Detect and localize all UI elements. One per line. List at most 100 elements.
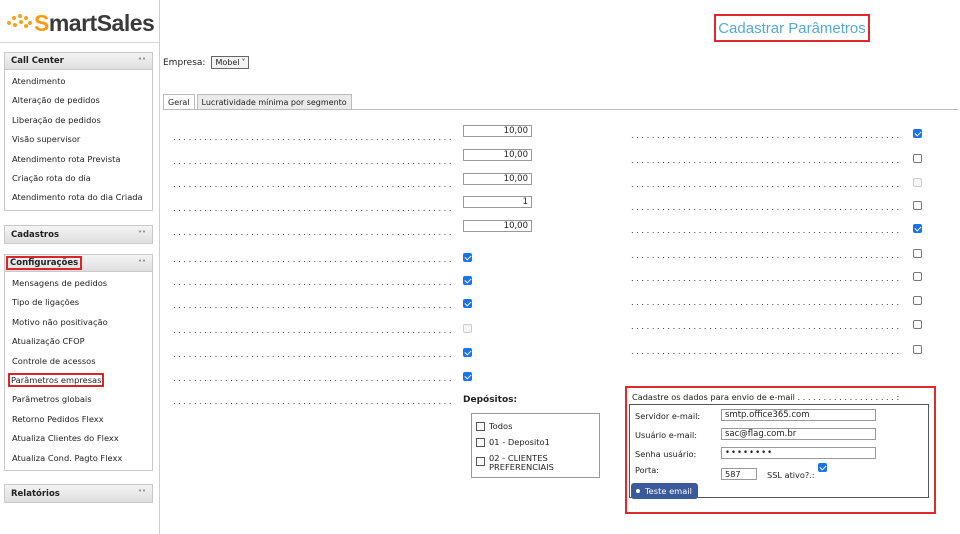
expand-down-icon[interactable]: ˅˅ [138,489,146,498]
configuracoes-header[interactable]: Configurações ˄˄ [5,255,152,272]
dot-leader: . . . . . . . . . . . . . . . . . . . . … [631,225,901,235]
dot-leader: . . . . . . . . . . . . . . . . . . . . … [631,130,901,140]
cadastros-header[interactable]: Cadastros ˅˅ [5,226,152,243]
sidebar-item-parametros-empresas[interactable]: Parâmetros empresas [5,371,152,390]
sidebar-item-label: Retorno Pedidos Flexx [12,413,104,424]
sidebar-item-criacao-rota-do-dia[interactable]: Criação rota do dia [5,169,152,188]
sidebar-item-alteracao-de-pedidos[interactable]: Alteração de pedidos [5,91,152,110]
field-label-row: Aplica desconto automático no pedido sug… [631,179,901,189]
call-center-header[interactable]: Call Center ˄˄ [5,53,152,70]
dot-leader: . . . . . . . . . . . . . . . . . . . . … [173,325,453,335]
collapse-up-icon[interactable]: ˄˄ [138,259,146,268]
tabs: Geral Lucratividade mínima por segmento [163,94,354,110]
dot-leader: . . . . . . . . . . . . . . . . . . . . … [173,277,453,287]
sidebar-item-visao-supervisor[interactable]: Visão supervisor [5,130,152,149]
dot-leader: . . . . . . . . . . . . . . . . . . . . … [631,321,901,331]
deposito-item[interactable]: Todos [476,422,512,431]
expand-down-icon[interactable]: ˅˅ [138,230,146,239]
configuracoes-items: Mensagens de pedidos Tipo de ligações Moti… [5,272,152,470]
sidebar-item-tipo-de-ligacoes[interactable]: Tipo de ligações [5,293,152,312]
checkbox[interactable] [913,272,922,281]
sidebar: SmartSales Call Center ˄˄ Atendimento Alt… [0,0,160,534]
server-input[interactable]: smtp.office365.com [721,409,876,421]
field-label-row: Depósitos de estoque a utilizar . . . . … [173,396,453,406]
checkbox[interactable] [913,249,922,258]
field-label-row: Lucratividade do item (%) . . . . . . . … [173,179,453,189]
dot-leader: . . . . . . . . . . . . . . . . . . . . … [631,202,901,212]
relatorios-panel: Relatórios ˅˅ [4,484,153,503]
dot-leader: . . . . . . . . . . . . . . . . . . . . … [173,373,453,383]
sidebar-item-liberacao-de-pedidos[interactable]: Liberação de pedidos [5,111,152,130]
checkbox[interactable] [913,320,922,329]
sidebar-item-atendimento-rota-prevista[interactable]: Atendimento rota Prevista [5,150,152,169]
password-input[interactable]: •••••••• [721,447,876,459]
sidebar-item-atendimento[interactable]: Atendimento [5,72,152,91]
deposito-checkbox[interactable] [476,457,485,466]
checkbox[interactable] [463,276,472,285]
numeric-input[interactable]: 1 [463,196,532,208]
sidebar-item-label: Parâmetros empresas [7,372,105,387]
email-settings-highlight: Cadastre os dados para envio de e-mail .… [625,386,936,514]
deposito-checkbox[interactable] [476,438,485,447]
checkbox[interactable] [463,348,472,357]
checkbox[interactable] [913,201,922,210]
field-label-row: Utiliza Escalonada na digitação pedidos … [173,325,453,335]
test-email-button[interactable]: Teste email [631,483,698,499]
sidebar-item-atualizacao-cfop[interactable]: Atualização CFOP [5,332,152,351]
sidebar-item-parametros-globais[interactable]: Parâmetros globais [5,390,152,409]
ssl-checkbox[interactable] [818,463,827,472]
sidebar-item-controle-de-acessos[interactable]: Controle de acessos [5,352,152,371]
sidebar-item-atualiza-clientes-do-flexx[interactable]: Atualiza Clientes do Flexx [5,429,152,448]
smartsales-logo[interactable]: SmartSales [6,8,155,38]
dot-leader: . . . . . . . . . . . . . . . . . . . . … [173,396,453,406]
configuracoes-panel: Configurações ˄˄ Mensagens de pedidos Tip… [4,254,153,471]
numeric-input[interactable]: 10,00 [463,125,532,137]
deposito-label: Todos [489,421,513,431]
page-title-highlight: Cadastrar Parâmetros [714,14,870,42]
field-label-row: Gravar no pedido vendedor padrão p. vend… [631,297,901,307]
email-section-title: Cadastre os dados para envio de e-mail .… [632,392,900,402]
dot-leader: . . . . . . . . . . . . . . . . . . . . … [631,179,901,189]
numeric-input[interactable]: 10,00 [463,173,532,185]
field-label-row: Desconto Máximo do Item (%) . . . . . . … [173,227,453,237]
tab-lucratividade-segmento[interactable]: Lucratividade mínima por segmento [196,94,352,109]
relatorios-header[interactable]: Relatórios ˅˅ [5,485,152,502]
checkbox[interactable] [913,296,922,305]
dot-leader: . . . . . . . . . . . . . . . . . . . . … [631,250,901,260]
checkbox[interactable] [463,299,472,308]
sidebar-item-label: Atualiza Cond. Pagto Flexx [12,452,123,463]
sidebar-item-atendimento-rota-do-dia-criada[interactable]: Atendimento rota do dia Criada [5,188,152,207]
dot-leader: . . . . . . . . . . . . . . . . . . . . … [173,179,453,189]
sidebar-item-motivo-nao-positivacao[interactable]: Motivo não positivação [5,313,152,332]
checkbox[interactable] [913,224,922,233]
numeric-input[interactable]: 10,00 [463,149,532,161]
checkbox[interactable] [913,154,922,163]
checkbox[interactable] [463,372,472,381]
field-label-row: Utiliza Integração FlexxGps . . . . . . … [631,250,901,260]
dot-leader: . . . . . . . . . . . . . . . . . . . . … [173,203,453,213]
port-input[interactable]: 587 [721,468,757,480]
field-label-row: Utiliza Pedido Sugerido . . . . . . . . … [631,155,901,165]
deposito-checkbox[interactable] [476,422,485,431]
tab-geral[interactable]: Geral [163,94,195,110]
checkbox[interactable] [463,253,472,262]
collapse-up-icon[interactable]: ˄˄ [138,57,146,66]
field-label-row: Utiliza somente vendedor grupo comercial… [173,300,453,310]
sidebar-item-mensagens-de-pedidos[interactable]: Mensagens de pedidos [5,274,152,293]
sidebar-item-atualiza-cond-pagto-flexx[interactable]: Atualiza Cond. Pagto Flexx [5,449,152,468]
field-label-row: Utiliza Política Desconto do ERP Flexx .… [173,277,453,287]
empresa-select[interactable]: Mobel ˅ [211,56,250,69]
checkbox[interactable] [913,129,922,138]
cadastros-title: Cadastros [11,229,60,240]
checkbox[interactable] [913,345,922,354]
logo-text: SmartSales [34,9,155,36]
server-label: Servidor e-mail: [635,411,701,421]
sidebar-item-retorno-pedidos-flexx[interactable]: Retorno Pedidos Flexx [5,410,152,429]
user-input[interactable]: sac@flag.com.br [721,428,876,440]
sidebar-item-label: Tipo de ligações [12,297,80,308]
deposito-item[interactable]: 01 - Deposito1 [476,438,550,447]
numeric-input[interactable]: 10,00 [463,220,532,232]
deposito-item[interactable]: 02 - CLIENTES PREFERENCIAIS [476,454,569,471]
dot-leader: . . . . . . . . . . . . . . . . . . . . … [631,273,901,283]
logo-dots-icon [6,10,32,36]
